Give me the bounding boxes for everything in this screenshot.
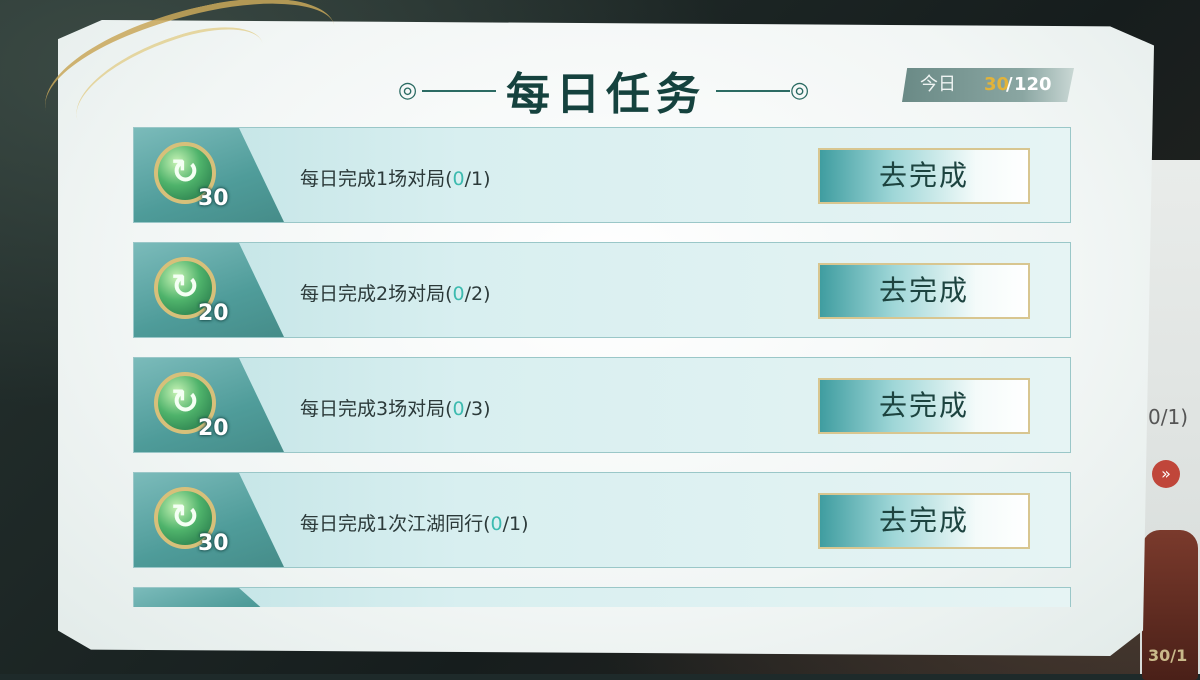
go-complete-button[interactable]: 去完成 bbox=[818, 493, 1030, 549]
task-desc-suffix: /1) bbox=[464, 168, 491, 190]
task-points: 30 bbox=[198, 531, 229, 556]
task-desc-prefix: 每日完成1场对局( bbox=[300, 168, 453, 190]
cloud-swirl-icon-right: ◎ bbox=[790, 78, 810, 103]
background-peek-text: 0/1) bbox=[1148, 405, 1188, 429]
task-desc-prefix: 每日完成2场对局( bbox=[300, 283, 453, 305]
task-description: 每日完成2场对局(0/2) bbox=[300, 279, 491, 306]
today-points-badge: 今日 30 / 120 bbox=[902, 68, 1074, 102]
go-complete-button[interactable]: 去完成 bbox=[818, 148, 1030, 204]
task-progress: 0 bbox=[452, 398, 465, 420]
task-progress: 0 bbox=[452, 168, 465, 190]
today-separator: / bbox=[1006, 74, 1013, 95]
task-progress: 0 bbox=[490, 513, 503, 535]
task-points: 20 bbox=[198, 416, 229, 441]
task-desc-prefix: 每日完成3场对局( bbox=[300, 398, 453, 420]
today-max-points: 120 bbox=[1014, 74, 1052, 95]
title-divider-right bbox=[716, 90, 790, 92]
go-complete-button[interactable]: 去完成 bbox=[818, 378, 1030, 434]
task-points: 20 bbox=[198, 301, 229, 326]
panel-header: ◎ 每日任务 ◎ bbox=[396, 58, 816, 120]
task-description: 每日完成1次江湖同行(0/1) bbox=[300, 509, 529, 536]
task-row: ↻ 20 每日完成2场对局(0/2) 去完成 bbox=[133, 242, 1071, 338]
task-description: 每日完成1场对局(0/1) bbox=[300, 164, 491, 191]
task-desc-suffix: /2) bbox=[464, 283, 491, 305]
task-row: ↻ 30 每日完成1次江湖同行(0/1) 去完成 bbox=[133, 472, 1071, 568]
task-progress: 0 bbox=[452, 283, 465, 305]
task-description: 每日完成3场对局(0/3) bbox=[300, 394, 491, 421]
task-desc-prefix: 每日完成1次江湖同行( bbox=[300, 513, 491, 535]
task-row: ↻ 30 每日完成1场对局(0/1) 去完成 bbox=[133, 127, 1071, 223]
task-row: ↻ 20 每日完成3场对局(0/3) 去完成 bbox=[133, 357, 1071, 453]
go-complete-button[interactable]: 去完成 bbox=[818, 263, 1030, 319]
background-peek-bottom-text: 30/1 bbox=[1148, 646, 1188, 665]
task-desc-suffix: /1) bbox=[502, 513, 529, 535]
row-wave-decoration bbox=[134, 588, 284, 607]
today-label: 今日 bbox=[920, 74, 956, 95]
task-list[interactable]: ↻ 30 每日完成1场对局(0/1) 去完成 ↻ 20 每日完成2场对局(0/2… bbox=[133, 127, 1071, 607]
task-desc-suffix: /3) bbox=[464, 398, 491, 420]
task-row-partial bbox=[133, 587, 1071, 607]
task-points: 30 bbox=[198, 186, 229, 211]
background-play-icon: » bbox=[1152, 460, 1180, 488]
